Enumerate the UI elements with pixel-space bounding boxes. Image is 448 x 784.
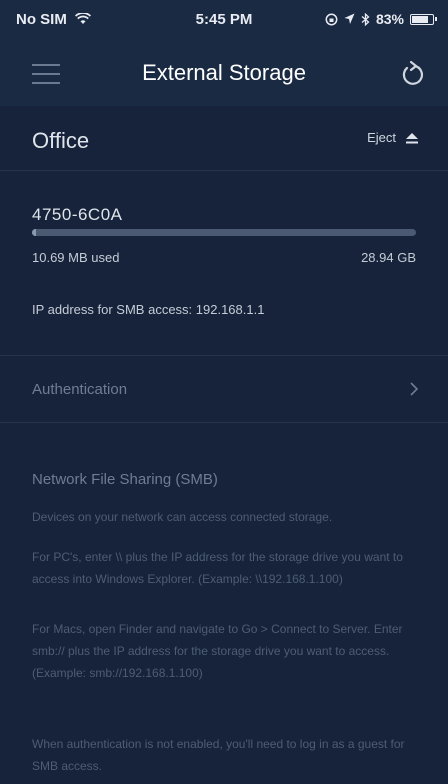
storage-usage-fill <box>32 229 36 236</box>
battery-icon <box>410 13 437 25</box>
storage-usage-bar <box>32 229 416 236</box>
battery-percent: 83% <box>375 11 404 27</box>
storage-name: 4750-6C0A <box>32 205 123 224</box>
eject-label: Eject <box>367 130 396 145</box>
eject-button[interactable]: Eject <box>367 130 420 145</box>
divider <box>0 422 448 423</box>
storage-total: 28.94 GB <box>361 250 416 265</box>
chevron-right-icon <box>410 382 419 396</box>
status-bar: No SIM 5:45 PM 83% <box>0 0 448 40</box>
rotation-lock-icon <box>325 13 338 25</box>
smb-section-title: Network File Sharing (SMB) <box>32 471 218 488</box>
office-title: Office <box>32 128 90 153</box>
eject-icon <box>406 132 418 143</box>
status-right: 83% <box>325 11 437 27</box>
smb-ip-address: IP address for SMB access: 192.168.1.1 <box>32 302 265 317</box>
authentication-row[interactable]: Authentication <box>0 356 448 422</box>
smb-paragraph: Devices on your network can access conne… <box>32 510 333 524</box>
smb-paragraph: For PC's, enter \\ plus the IP address f… <box>32 550 403 586</box>
location-icon <box>344 13 355 24</box>
smb-paragraph: For Macs, open Finder and navigate to Go… <box>32 622 403 680</box>
authentication-label: Authentication <box>32 381 128 398</box>
smb-paragraph: When authentication is not enabled, you'… <box>32 737 405 773</box>
page-title: External Storage <box>142 60 306 85</box>
storage-used: 10.69 MB used <box>32 250 120 265</box>
bluetooth-icon <box>361 12 370 26</box>
battery-fill <box>412 15 429 23</box>
refresh-icon[interactable] <box>398 60 426 88</box>
nav-bar: External Storage <box>0 40 448 106</box>
office-row: Office Eject <box>0 106 448 170</box>
divider <box>0 170 448 171</box>
